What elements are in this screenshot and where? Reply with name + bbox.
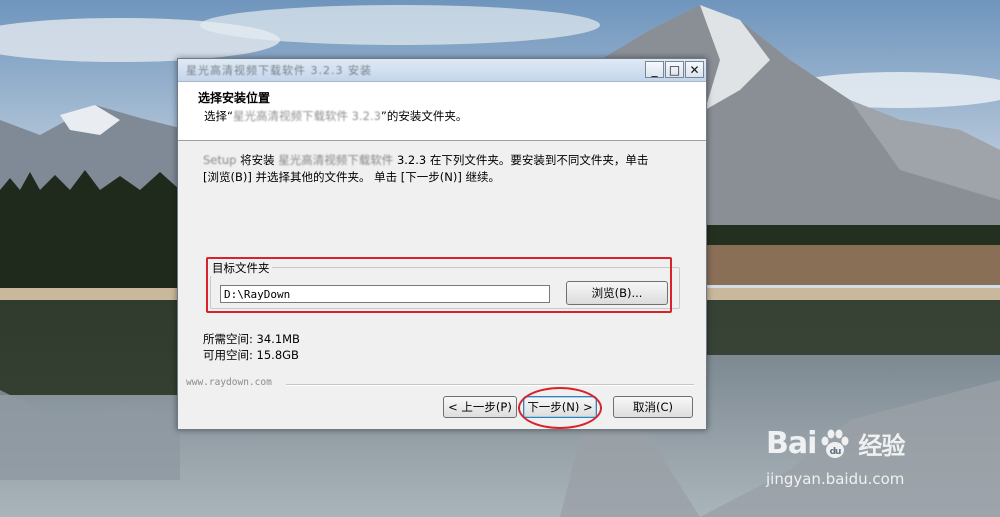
space-available: 可用空间: 15.8GB — [203, 348, 299, 362]
watermark-url: jingyan.baidu.com — [766, 470, 905, 488]
baidu-watermark: Bai du 经验 jingyan.baidu.com — [766, 426, 905, 488]
description-line2: [浏览(B)] 并选择其他的文件夹。 单击 [下一步(N)] 继续。 — [203, 170, 501, 184]
svg-text:du: du — [830, 447, 841, 457]
window-titlebar[interactable]: 星光高清视频下载软件 3.2.3 安装 _ □ ✕ — [178, 59, 706, 82]
description-mid: 将安装 — [236, 153, 279, 167]
footer-divider — [286, 384, 694, 386]
space-required: 所需空间: 34.1MB — [203, 332, 300, 346]
description-rest: 3.2.3 在下列文件夹。要安装到不同文件夹，单击 — [393, 153, 649, 167]
close-button[interactable]: ✕ — [685, 61, 704, 78]
minimize-button[interactable]: _ — [645, 61, 664, 78]
subtitle-suffix: ”的安装文件夹。 — [380, 109, 468, 123]
maximize-button[interactable]: □ — [665, 61, 684, 78]
window-title: 星光高清视频下载软件 3.2.3 安装 — [186, 64, 372, 77]
window-controls: _ □ ✕ — [645, 61, 704, 78]
logo-text-cn: 经验 — [858, 432, 905, 460]
destination-path-input[interactable] — [220, 285, 550, 303]
next-button[interactable]: 下一步(N) > — [523, 396, 597, 418]
logo-text-left: Bai — [766, 426, 817, 461]
page-subtitle: 选择“星光高清视频下载软件 3.2.3”的安装文件夹。 — [204, 108, 467, 124]
destination-folder-label: 目标文件夹 — [210, 260, 272, 276]
description-setup: Setup — [203, 153, 237, 167]
cancel-button[interactable]: 取消(C) — [613, 396, 693, 418]
baidu-logo: Bai du 经验 — [766, 426, 905, 461]
install-description: Setup 将安装 星光高清视频下载软件 3.2.3 在下列文件夹。要安装到不同… — [203, 152, 683, 186]
wizard-header: 选择安装位置 选择“星光高清视频下载软件 3.2.3”的安装文件夹。 — [178, 82, 706, 141]
description-app-name: 星光高清视频下载软件 — [278, 153, 394, 167]
subtitle-prefix: 选择“ — [204, 109, 233, 123]
branding-text: www.raydown.com — [186, 377, 272, 388]
page-title: 选择安装位置 — [198, 91, 271, 105]
browse-button[interactable]: 浏览(B)... — [566, 281, 668, 305]
back-button[interactable]: < 上一步(P) — [443, 396, 517, 418]
paw-icon: du — [821, 429, 849, 458]
installer-window: 星光高清视频下载软件 3.2.3 安装 _ □ ✕ 选择安装位置 选择“星光高清… — [177, 58, 707, 430]
disk-space-info: 所需空间: 34.1MB 可用空间: 15.8GB — [203, 331, 300, 363]
subtitle-app-name: 星光高清视频下载软件 3.2.3 — [232, 109, 381, 123]
